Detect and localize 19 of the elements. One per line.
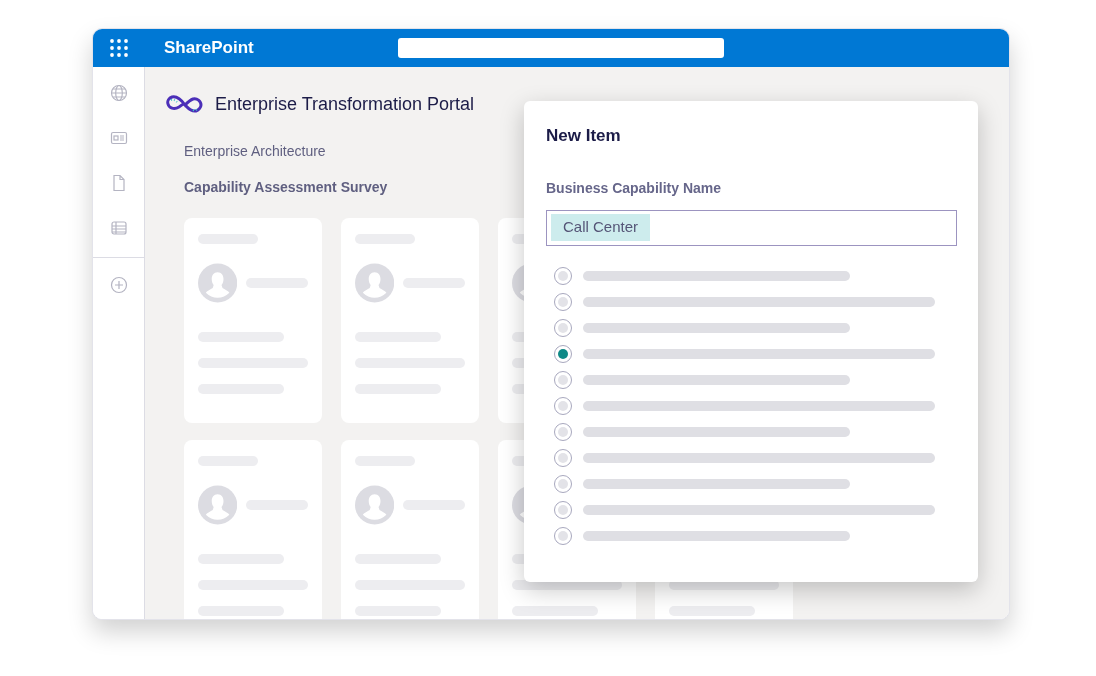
avatar-icon xyxy=(355,485,395,525)
field-label: Business Capability Name xyxy=(546,178,723,198)
add-icon[interactable] xyxy=(109,276,128,294)
avatar-icon xyxy=(198,485,238,525)
app-title: SharePoint xyxy=(164,37,254,60)
page-heading: Capability Assessment Survey xyxy=(184,178,388,197)
news-icon[interactable] xyxy=(109,129,128,147)
list-icon[interactable] xyxy=(109,219,128,237)
search-field[interactable] xyxy=(397,38,724,58)
dialog-title: New Item xyxy=(546,125,622,147)
selected-text: Call Center xyxy=(551,214,651,241)
input-field[interactable]: Call Center xyxy=(546,209,957,246)
infinity-logo-icon xyxy=(165,93,205,116)
avatar-icon xyxy=(198,263,238,303)
site-title: Enterprise Transformation Portal xyxy=(215,93,475,116)
section-label: Enterprise Architecture xyxy=(184,142,326,161)
globe-icon[interactable] xyxy=(109,84,128,102)
avatar-icon xyxy=(355,263,395,303)
app-launcher-icon[interactable] xyxy=(109,38,129,58)
